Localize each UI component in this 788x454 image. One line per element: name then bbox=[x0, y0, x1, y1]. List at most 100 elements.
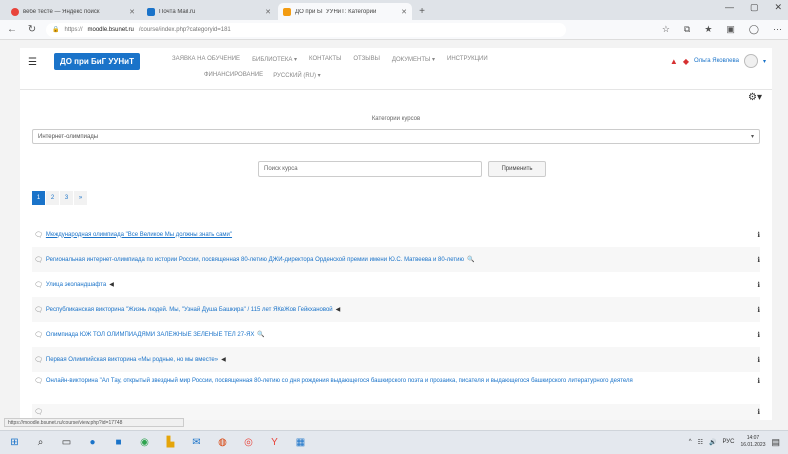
close-icon[interactable]: ✕ bbox=[401, 8, 407, 16]
keyboard-lang[interactable]: РУС bbox=[722, 439, 734, 445]
chevron-down-icon: ▾ bbox=[762, 58, 766, 65]
collections-icon[interactable]: ▣ bbox=[726, 24, 735, 35]
star-icon[interactable]: ☆ bbox=[662, 24, 670, 35]
page-link[interactable]: 1 bbox=[32, 191, 45, 205]
course-icon: 🗨 bbox=[34, 409, 43, 416]
info-icon[interactable]: ℹ bbox=[757, 281, 760, 289]
close-icon[interactable]: ✕ bbox=[129, 8, 135, 16]
site-logo[interactable]: ДО при БиГ УУНиТ bbox=[54, 53, 140, 70]
nav-item[interactable]: ЗАЯВКА НА ОБУЧЕНИЕ bbox=[172, 56, 240, 63]
nav-item[interactable]: БИБЛИОТЕКА ▾ bbox=[252, 56, 297, 63]
list-item[interactable]: 🗨 Онлайн-викторина "Ал Тау, открытый зве… bbox=[32, 372, 760, 404]
minimize-icon[interactable]: — bbox=[725, 2, 734, 13]
main-content: ⚙▾ Категории курсов Интернет-олимпиады ▾… bbox=[20, 90, 772, 420]
speaker-icon: ◀ bbox=[109, 282, 114, 288]
task-view-icon[interactable]: ▭ bbox=[60, 436, 73, 449]
browser-tab-active[interactable]: ДО при БГ УУНиТ: Категории ✕ bbox=[278, 3, 412, 20]
edge-icon[interactable]: ● bbox=[86, 436, 99, 449]
messages-icon[interactable]: ◆ bbox=[683, 57, 689, 66]
category-select-value: Интернет-олимпиады bbox=[38, 133, 99, 140]
info-icon[interactable]: ℹ bbox=[757, 331, 760, 339]
url-path: /course/index.php?categoryid=181 bbox=[138, 26, 231, 33]
list-item[interactable]: 🗨 Международная олимпиада "Все Великое М… bbox=[32, 222, 760, 247]
info-icon[interactable]: ℹ bbox=[757, 408, 760, 416]
page-next[interactable]: » bbox=[74, 191, 87, 205]
course-link[interactable]: Международная олимпиада "Все Великое Мы … bbox=[46, 232, 232, 238]
close-icon[interactable]: ✕ bbox=[265, 8, 271, 16]
notifications-icon[interactable]: ▤ bbox=[771, 437, 780, 448]
profile-icon[interactable]: ◯ bbox=[749, 24, 759, 35]
course-icon: 🗨 bbox=[34, 331, 43, 339]
more-icon[interactable]: ⋯ bbox=[773, 24, 782, 35]
store-icon[interactable]: ■ bbox=[112, 436, 125, 449]
volume-icon[interactable]: 🔊 bbox=[709, 439, 716, 446]
course-link[interactable]: Улица эколандшафта bbox=[46, 282, 106, 288]
moodle-icon bbox=[283, 7, 291, 16]
system-tray: ^ ☷ 🔊 РУС 14:07 16.01.2023 ▤ bbox=[689, 435, 780, 449]
nav-item[interactable]: ОТЗЫВЫ bbox=[353, 56, 380, 63]
nav-item[interactable]: ИНСТРУКЦИИ bbox=[447, 56, 488, 63]
gear-icon[interactable]: ⚙▾ bbox=[748, 92, 762, 103]
language-menu[interactable]: РУССКИЙ (RU) ▾ bbox=[273, 72, 320, 79]
list-item[interactable]: 🗨 Олимпиада ЮЖ ТОЛ ОЛИМПИАДЯМИ ЗАЛЕЖНЫЕ … bbox=[32, 322, 760, 347]
search-icon[interactable]: ⌕ bbox=[34, 436, 47, 449]
search-icon: 🔍 bbox=[257, 332, 265, 338]
menu-icon[interactable]: ☰ bbox=[28, 57, 37, 68]
url-field[interactable]: 🔒 https:// moodle.bsunet.ru/course/index.… bbox=[46, 22, 566, 37]
maximize-icon[interactable]: ▢ bbox=[750, 2, 759, 13]
lock-icon: 🔒 bbox=[52, 27, 60, 33]
notification-icon[interactable]: ▲ bbox=[670, 57, 678, 66]
opera-icon[interactable]: ◎ bbox=[242, 436, 255, 449]
course-link[interactable]: Олимпиада ЮЖ ТОЛ ОЛИМПИАДЯМИ ЗАЛЕЖНЫЕ ЗЕ… bbox=[46, 332, 255, 338]
close-window-icon[interactable]: ✕ bbox=[774, 2, 782, 13]
info-icon[interactable]: ℹ bbox=[757, 356, 760, 364]
explorer-icon[interactable]: ▙ bbox=[164, 436, 177, 449]
mail-icon[interactable]: ✉ bbox=[190, 436, 203, 449]
list-item[interactable]: 🗨 Республиканская викторина "Жизнь людей… bbox=[32, 297, 760, 322]
refresh-icon[interactable]: ↻ bbox=[26, 24, 38, 35]
extensions-icon[interactable]: ⧉ bbox=[684, 24, 690, 35]
course-link[interactable]: Республиканская викторина "Жизнь людей. … bbox=[46, 307, 333, 313]
top-navigation-row2: ФИНАНСИРОВАНИЕ РУССКИЙ (RU) ▾ bbox=[204, 72, 321, 79]
list-item[interactable]: 🗨 Улица эколандшафта ◀ ℹ bbox=[32, 272, 760, 297]
nav-item[interactable]: КОНТАКТЫ bbox=[309, 56, 341, 63]
user-name: Ольга Яковлева bbox=[693, 58, 739, 64]
info-icon[interactable]: ℹ bbox=[757, 306, 760, 314]
url-prefix: https:// bbox=[64, 26, 83, 33]
page-link[interactable]: 2 bbox=[46, 191, 59, 205]
info-icon[interactable]: ℹ bbox=[757, 231, 760, 239]
page-link[interactable]: 3 bbox=[60, 191, 73, 205]
tray-chevron-icon[interactable]: ^ bbox=[689, 439, 692, 445]
info-icon[interactable]: ℹ bbox=[757, 256, 760, 264]
nav-item[interactable]: ФИНАНСИРОВАНИЕ bbox=[204, 72, 263, 79]
browser-tab[interactable]: вебе тесте — Яндекс поиск ✕ bbox=[6, 3, 140, 20]
apply-button[interactable]: Применить bbox=[488, 161, 546, 177]
favorites-icon[interactable]: ★ bbox=[704, 24, 712, 35]
office-icon[interactable]: ◍ bbox=[216, 436, 229, 449]
photos-icon[interactable]: ▦ bbox=[294, 436, 307, 449]
user-menu[interactable]: ▲ ◆ Ольга Яковлева ▾ bbox=[670, 54, 766, 68]
windows-start-icon[interactable]: ⊞ bbox=[8, 436, 21, 449]
yandex-icon[interactable]: Y bbox=[268, 436, 281, 449]
list-item[interactable]: 🗨 Региональная интернет-олимпиада по ист… bbox=[32, 247, 760, 272]
course-link[interactable]: Онлайн-викторина "Ал Тау, открытый звезд… bbox=[46, 377, 736, 385]
course-icon: 🗨 bbox=[34, 281, 43, 289]
tab-title: ДО при БГ УУНиТ: Категории bbox=[295, 8, 377, 15]
chrome-icon[interactable]: ◉ bbox=[138, 436, 151, 449]
course-link[interactable]: Региональная интернет-олимпиада по истор… bbox=[46, 257, 464, 263]
list-item[interactable]: 🗨 Первая Олимпийская викторина «Мы родны… bbox=[32, 347, 760, 372]
search-icon: 🔍 bbox=[466, 257, 475, 263]
browser-tab[interactable]: Почта Mail.ru ✕ bbox=[142, 3, 276, 20]
nav-item[interactable]: ДОКУМЕНТЫ ▾ bbox=[392, 56, 435, 63]
course-search-input[interactable]: Поиск курса bbox=[258, 161, 482, 177]
category-select[interactable]: Интернет-олимпиады ▾ bbox=[32, 129, 760, 144]
back-icon[interactable]: ← bbox=[6, 24, 18, 35]
mail-icon bbox=[147, 7, 155, 16]
course-link[interactable]: Первая Олимпийская викторина «Мы родные,… bbox=[46, 357, 218, 363]
course-icon: 🗨 bbox=[34, 378, 43, 385]
info-icon[interactable]: ℹ bbox=[757, 377, 760, 385]
avatar[interactable] bbox=[743, 54, 758, 68]
network-icon[interactable]: ☷ bbox=[698, 439, 703, 446]
clock[interactable]: 14:07 16.01.2023 bbox=[740, 435, 765, 449]
new-tab-button[interactable]: + bbox=[414, 3, 430, 20]
